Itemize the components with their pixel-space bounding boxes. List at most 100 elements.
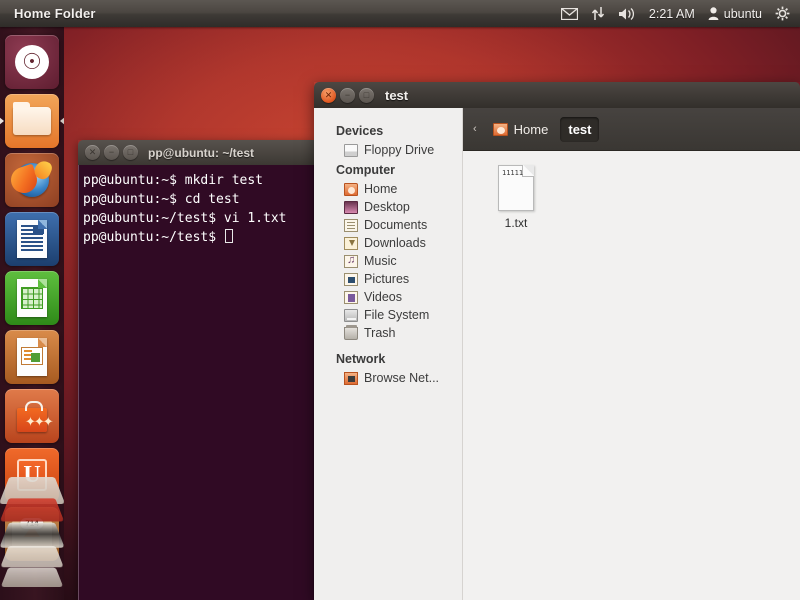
sidebar-item-browse-network[interactable]: Browse Net... bbox=[314, 369, 462, 387]
sidebar-item-label: Browse Net... bbox=[364, 371, 440, 385]
sidebar-item-file-system[interactable]: File System bbox=[314, 306, 462, 324]
launcher-item-libreoffice-writer[interactable] bbox=[5, 212, 59, 266]
sidebar-item-label: Pictures bbox=[364, 272, 410, 286]
file-name: 1.txt bbox=[504, 216, 528, 230]
chevron-left-icon[interactable]: ‹ bbox=[469, 123, 481, 135]
home-folder-icon bbox=[344, 182, 358, 196]
sidebar-item-videos[interactable]: Videos bbox=[314, 288, 462, 306]
impress-presentation-icon bbox=[17, 338, 47, 376]
terminal-window[interactable]: ✕ − □ pp@ubuntu: ~/test pp@ubuntu:~$ mkd… bbox=[78, 140, 314, 600]
user-icon bbox=[708, 7, 719, 20]
sidebar-heading-devices: Devices bbox=[336, 124, 384, 138]
browse-network-icon bbox=[344, 371, 358, 385]
launcher-running-pip-right bbox=[60, 117, 64, 125]
sidebar-item-label: Trash bbox=[364, 326, 396, 340]
terminal-window-controls: ✕ − □ bbox=[85, 145, 138, 160]
desktop-icon bbox=[344, 200, 358, 214]
terminal-output[interactable]: pp@ubuntu:~$ mkdir test pp@ubuntu:~$ cd … bbox=[78, 165, 314, 600]
file-manager-window-controls: ✕ − □ bbox=[321, 87, 374, 103]
videos-folder-icon bbox=[344, 290, 358, 304]
sidebar-item-desktop[interactable]: Desktop bbox=[314, 198, 462, 216]
session-menu[interactable]: ubuntu bbox=[708, 7, 762, 21]
unity-launcher: ☉ ✦✦✦ U 714 bbox=[0, 27, 64, 600]
home-folder-icon bbox=[492, 122, 508, 136]
launcher-stack-decoration bbox=[0, 522, 64, 548]
file-manager-title: test bbox=[385, 87, 409, 103]
terminal-titlebar[interactable]: ✕ − □ pp@ubuntu: ~/test bbox=[78, 140, 314, 165]
terminal-line: pp@ubuntu:~$ mkdir test bbox=[83, 173, 264, 188]
top-panel: Home Folder 2:21 AM ubuntu bbox=[0, 0, 800, 27]
launcher-item-file-manager[interactable] bbox=[0, 94, 64, 148]
close-button[interactable]: ✕ bbox=[85, 145, 100, 160]
launcher-item-firefox[interactable] bbox=[5, 153, 59, 207]
launcher-item-dash-home[interactable]: ☉ bbox=[5, 35, 59, 89]
volume-icon[interactable] bbox=[618, 7, 636, 21]
sidebar-item-documents[interactable]: Documents bbox=[314, 216, 462, 234]
launcher-item-software-center[interactable]: ✦✦✦ bbox=[5, 389, 59, 443]
breadcrumb-item-home[interactable]: Home bbox=[485, 117, 557, 142]
shopping-bag-icon: ✦✦✦ bbox=[17, 401, 54, 432]
breadcrumb-item-test[interactable]: test bbox=[560, 116, 600, 142]
messaging-icon[interactable] bbox=[560, 7, 578, 20]
file-manager-window[interactable]: ✕ − □ test Devices Floppy Drive Computer… bbox=[314, 82, 800, 600]
launcher-focus-pip-left bbox=[0, 117, 4, 125]
terminal-cursor bbox=[224, 229, 233, 243]
breadcrumb: ‹ Home test bbox=[463, 108, 800, 151]
sidebar-item-label: Floppy Drive bbox=[364, 143, 435, 157]
sidebar-heading-network: Network bbox=[336, 352, 386, 366]
sidebar-item-pictures[interactable]: Pictures bbox=[314, 270, 462, 288]
sidebar-item-music[interactable]: Music bbox=[314, 252, 462, 270]
sidebar-item-label: Music bbox=[364, 254, 397, 268]
terminal-line: pp@ubuntu:~/test$ vi 1.txt bbox=[83, 211, 287, 226]
session-user-name: ubuntu bbox=[723, 6, 762, 21]
sidebar-item-trash[interactable]: Trash bbox=[314, 324, 462, 342]
close-button[interactable]: ✕ bbox=[321, 87, 336, 103]
text-file-icon: 11111 bbox=[498, 165, 534, 211]
gear-icon[interactable] bbox=[775, 6, 790, 21]
maximize-button[interactable]: □ bbox=[123, 145, 138, 160]
terminal-prompt-line: pp@ubuntu:~/test$ bbox=[83, 228, 313, 247]
launcher-stack-decoration bbox=[0, 498, 64, 522]
breadcrumb-label: Home bbox=[513, 121, 549, 137]
clock[interactable]: 2:21 AM bbox=[649, 7, 695, 21]
sidebar-item-label: Documents bbox=[364, 218, 428, 232]
music-folder-icon bbox=[344, 254, 358, 268]
launcher-item-libreoffice-impress[interactable] bbox=[5, 330, 59, 384]
downloads-folder-icon bbox=[344, 236, 358, 250]
sidebar-item-floppy-drive[interactable]: Floppy Drive bbox=[314, 141, 462, 159]
sidebar-item-label: File System bbox=[364, 308, 430, 322]
file-manager-body: Devices Floppy Drive Computer Home Deskt… bbox=[314, 108, 800, 600]
minimize-button[interactable]: − bbox=[104, 145, 119, 160]
trash-icon bbox=[344, 324, 358, 340]
ubuntu-logo-icon: ☉ bbox=[15, 45, 49, 79]
terminal-line: pp@ubuntu:~$ cd test bbox=[83, 192, 240, 207]
terminal-prompt: pp@ubuntu:~/test$ bbox=[83, 230, 224, 245]
folder-icon bbox=[13, 102, 51, 135]
firefox-icon bbox=[15, 163, 49, 197]
panel-window-title: Home Folder bbox=[14, 6, 96, 21]
file-manager-pane: ‹ Home test 11111 1.txt bbox=[463, 108, 800, 600]
network-icon[interactable] bbox=[591, 6, 605, 21]
writer-document-icon bbox=[17, 220, 47, 258]
places-sidebar: Devices Floppy Drive Computer Home Deskt… bbox=[314, 108, 463, 600]
system-tray: 2:21 AM ubuntu bbox=[560, 6, 800, 21]
sidebar-item-home[interactable]: Home bbox=[314, 180, 462, 198]
launcher-item-libreoffice-calc[interactable] bbox=[5, 271, 59, 325]
sidebar-item-label: Downloads bbox=[364, 236, 426, 250]
sidebar-item-label: Desktop bbox=[364, 200, 410, 214]
file-preview-text: 11111 bbox=[502, 169, 524, 177]
file-manager-titlebar[interactable]: ✕ − □ test bbox=[314, 82, 800, 108]
sidebar-heading-computer: Computer bbox=[336, 163, 396, 177]
minimize-button[interactable]: − bbox=[340, 87, 355, 103]
sidebar-item-label: Home bbox=[364, 182, 398, 196]
launcher-stack-decoration bbox=[0, 567, 64, 588]
documents-folder-icon bbox=[344, 218, 358, 232]
file-item[interactable]: 11111 1.txt bbox=[477, 165, 555, 230]
sidebar-item-downloads[interactable]: Downloads bbox=[314, 234, 462, 252]
file-list-view[interactable]: 11111 1.txt bbox=[463, 151, 800, 600]
breadcrumb-label: test bbox=[568, 121, 592, 137]
pictures-folder-icon bbox=[344, 272, 358, 286]
maximize-button[interactable]: □ bbox=[359, 87, 374, 103]
launcher-stack-decoration bbox=[0, 545, 64, 568]
terminal-title: pp@ubuntu: ~/test bbox=[148, 145, 255, 160]
